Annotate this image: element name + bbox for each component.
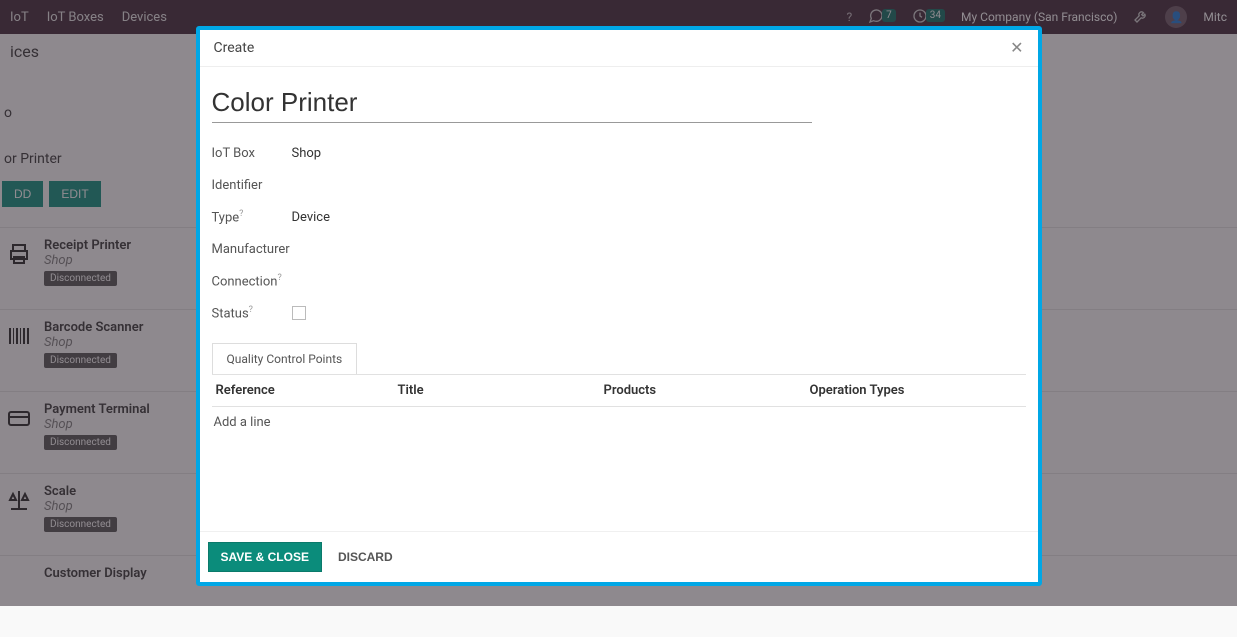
create-modal: Create ✕ IoT BoxShop Identifier Type?Dev… xyxy=(196,26,1042,586)
close-icon[interactable]: ✕ xyxy=(1010,40,1023,56)
col-products: Products xyxy=(604,383,810,398)
save-close-button[interactable]: SAVE & CLOSE xyxy=(208,542,322,572)
label-identifier: Identifier xyxy=(212,178,292,193)
discard-button[interactable]: DISCARD xyxy=(328,542,403,572)
col-reference: Reference xyxy=(214,383,398,398)
value-type[interactable]: Device xyxy=(292,210,331,225)
label-status: Status? xyxy=(212,305,292,321)
add-line-link[interactable]: Add a line xyxy=(212,407,1026,438)
col-operation-types: Operation Types xyxy=(810,383,1024,398)
col-title: Title xyxy=(398,383,604,398)
tab-qc-points[interactable]: Quality Control Points xyxy=(212,343,358,374)
label-type: Type? xyxy=(212,209,292,225)
table-header: Reference Title Products Operation Types xyxy=(212,374,1026,407)
modal-title: Create xyxy=(214,40,255,56)
value-iot-box[interactable]: Shop xyxy=(292,146,322,161)
status-checkbox[interactable] xyxy=(292,306,306,320)
label-manufacturer: Manufacturer xyxy=(212,242,332,257)
label-iot-box: IoT Box xyxy=(212,146,292,161)
modal-overlay: Create ✕ IoT BoxShop Identifier Type?Dev… xyxy=(0,0,1237,606)
label-connection: Connection? xyxy=(212,273,312,289)
name-input[interactable] xyxy=(212,85,812,123)
